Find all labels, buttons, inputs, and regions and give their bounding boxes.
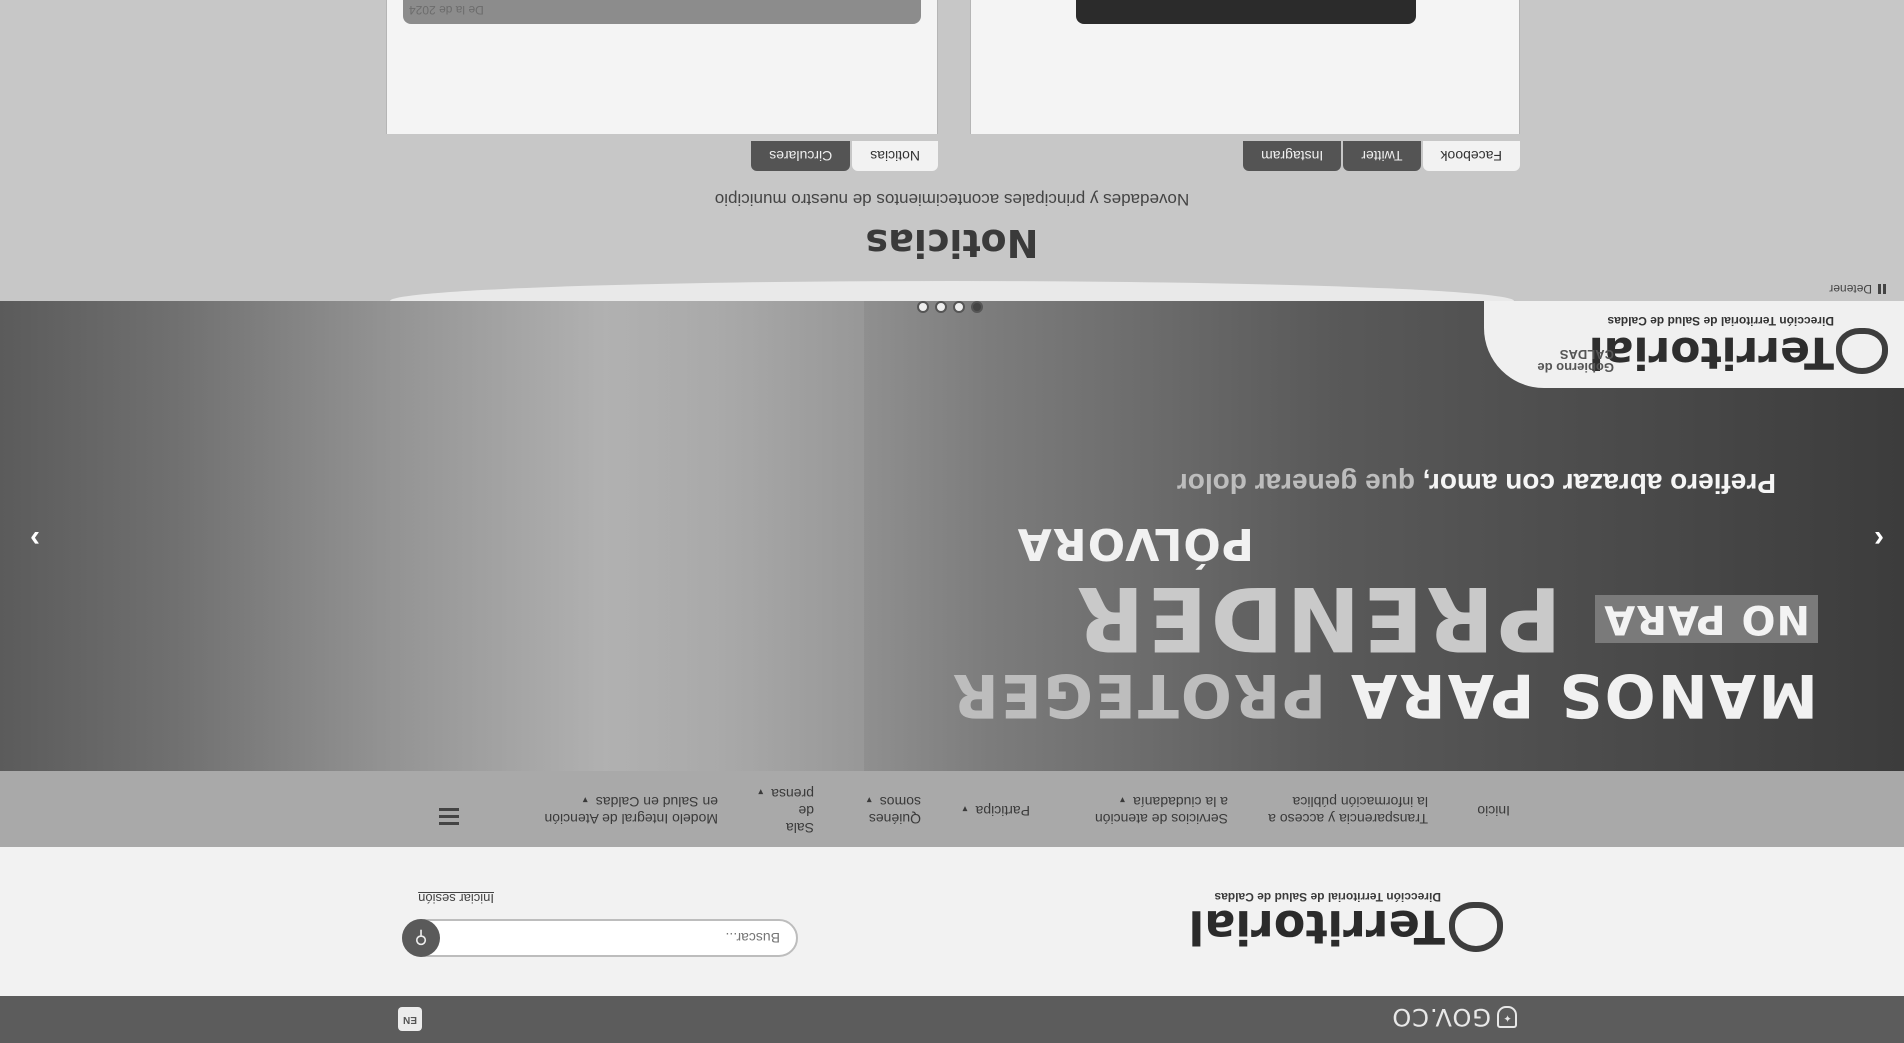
slider-dots bbox=[917, 301, 983, 313]
search-input[interactable] bbox=[478, 929, 782, 947]
hero-brand-word: Territorial bbox=[1588, 327, 1834, 378]
gov-logo-text: GOV.CO bbox=[1391, 1003, 1491, 1031]
slider-dot[interactable] bbox=[917, 301, 929, 313]
login-link[interactable]: Iniciar sesión bbox=[418, 891, 494, 906]
gov-caldas-line: Gobierno de bbox=[1537, 360, 1614, 375]
brand-word: Territorial bbox=[1188, 900, 1445, 954]
news-section: Detener Noticias Novedades y principales… bbox=[0, 0, 1904, 301]
social-tabs: Facebook Twitter Instagram bbox=[1241, 141, 1520, 171]
nav-item-label: Modelo Integral de Atención en Salud en … bbox=[544, 794, 718, 827]
hero-brand-subtitle: Dirección Territorial de Salud de Caldas bbox=[1607, 314, 1834, 328]
chevron-down-icon: ▾ bbox=[758, 786, 764, 797]
news-title: Noticias bbox=[865, 221, 1039, 265]
main-nav: Inicio Transparencia y acceso a la infor… bbox=[0, 771, 1904, 847]
site-header: Territorial Dirección Territorial de Sal… bbox=[0, 847, 1904, 996]
hero-brand-badge: Territorial Dirección Territorial de Sal… bbox=[1484, 301, 1904, 388]
tab-circulares[interactable]: Circulares bbox=[751, 141, 851, 171]
slider-dot[interactable] bbox=[935, 301, 947, 313]
news-card: De la de 2024 bbox=[386, 0, 938, 134]
tab-twitter[interactable]: Twitter bbox=[1343, 141, 1421, 171]
nav-item-label: Quiénes somos bbox=[868, 794, 921, 827]
hero-tagline: Prefiero abrazar con amor, que generar d… bbox=[1177, 467, 1776, 499]
nav-item-label: Sala de prensa bbox=[771, 786, 814, 836]
chevron-down-icon: ▾ bbox=[582, 794, 588, 805]
slider-dot[interactable] bbox=[971, 301, 983, 313]
nav-item-inicio[interactable]: Inicio bbox=[1477, 802, 1510, 819]
hero-tagline-part: que generar dolor bbox=[1176, 468, 1415, 499]
news-date: De la de 2024 bbox=[409, 3, 484, 17]
heart-logo-icon bbox=[1449, 902, 1503, 952]
nav-item-modelo-integral[interactable]: Modelo Integral de Atención en Salud en … bbox=[544, 791, 718, 827]
hero-title-line3: PÓLVORA bbox=[1016, 518, 1254, 569]
page-root: ✦ GOV.CO EN Territorial Dirección Territ… bbox=[0, 0, 1904, 1043]
nav-item-sala-de-prensa[interactable]: Sala de prensa ▾ bbox=[758, 783, 814, 836]
chevron-down-icon: ▾ bbox=[1120, 794, 1126, 805]
tab-facebook[interactable]: Facebook bbox=[1422, 141, 1520, 171]
search-icon[interactable]: ⚲ bbox=[402, 919, 440, 957]
hero-badge: NO PARA bbox=[1595, 595, 1818, 643]
tab-instagram[interactable]: Instagram bbox=[1243, 141, 1342, 171]
news-panel: Noticias Circulares De la de 2024 bbox=[386, 0, 938, 171]
gobierno-caldas-logo: Gobierno de CALDAS bbox=[1537, 347, 1614, 375]
gov-logo[interactable]: ✦ GOV.CO bbox=[1391, 1003, 1517, 1031]
nav-item-label: Inicio bbox=[1477, 803, 1510, 819]
brand-logo[interactable]: Territorial Dirección Territorial de Sal… bbox=[1188, 890, 1503, 954]
slider-prev-icon[interactable]: ‹ bbox=[1874, 522, 1884, 556]
slider-next-icon[interactable]: › bbox=[30, 522, 40, 556]
nav-item-label: Participa bbox=[975, 803, 1030, 819]
chevron-down-icon: ▾ bbox=[866, 794, 872, 805]
menu-icon[interactable] bbox=[439, 804, 459, 825]
news-tabs: Noticias Circulares bbox=[749, 141, 938, 171]
gov-caldas-line: CALDAS bbox=[1559, 347, 1614, 362]
hero-title-part: MANOS PARA bbox=[1326, 660, 1818, 730]
language-button[interactable]: EN bbox=[398, 1007, 422, 1031]
gov-shield-icon: ✦ bbox=[1497, 1006, 1517, 1028]
social-card bbox=[970, 0, 1520, 134]
hero-title-line2: NO PARA PRENDER bbox=[1074, 567, 1818, 670]
gov-top-bar: ✦ GOV.CO EN bbox=[0, 996, 1904, 1043]
hero-bottom-curve bbox=[390, 281, 1514, 301]
pause-label: Detener bbox=[1829, 282, 1872, 296]
brand-subtitle: Dirección Territorial de Salud de Caldas bbox=[1214, 890, 1441, 904]
hero-title-part: PROTEGER bbox=[950, 660, 1327, 730]
nav-item-label: Transparencia y acceso a la información … bbox=[1268, 794, 1428, 827]
social-panel: Facebook Twitter Instagram bbox=[970, 0, 1520, 171]
nav-item-transparencia[interactable]: Transparencia y acceso a la información … bbox=[1268, 793, 1428, 827]
nav-item-quienes-somos[interactable]: Quiénes somos▾ bbox=[867, 791, 921, 827]
hero-slider: MANOS PARA PROTEGER NO PARA PRENDER PÓLV… bbox=[0, 301, 1904, 771]
news-subtitle: Novedades y principales acontecimientos … bbox=[714, 190, 1190, 209]
hero-title-part: PRENDER bbox=[1073, 567, 1562, 670]
hero-tagline-part: Prefiero abrazar con amor, bbox=[1414, 468, 1776, 499]
tab-noticias[interactable]: Noticias bbox=[852, 141, 938, 171]
hero-title-line1: MANOS PARA PROTEGER bbox=[951, 660, 1818, 730]
chevron-down-icon: ▾ bbox=[962, 803, 968, 814]
slider-dot[interactable] bbox=[953, 301, 965, 313]
social-post-image[interactable] bbox=[1076, 0, 1416, 24]
nav-item-servicios[interactable]: Servicios de atención a la ciudadanía▾ bbox=[1095, 791, 1228, 827]
nav-item-participa[interactable]: Participa ▾ bbox=[963, 800, 1031, 819]
slider-pause-button[interactable]: Detener bbox=[1829, 282, 1886, 296]
heart-logo-icon bbox=[1836, 328, 1888, 374]
hero-photo bbox=[0, 301, 864, 771]
nav-item-label: Servicios de atención a la ciudadanía bbox=[1094, 794, 1228, 827]
pause-icon bbox=[1878, 284, 1886, 294]
search-box: ⚲ bbox=[402, 919, 798, 957]
